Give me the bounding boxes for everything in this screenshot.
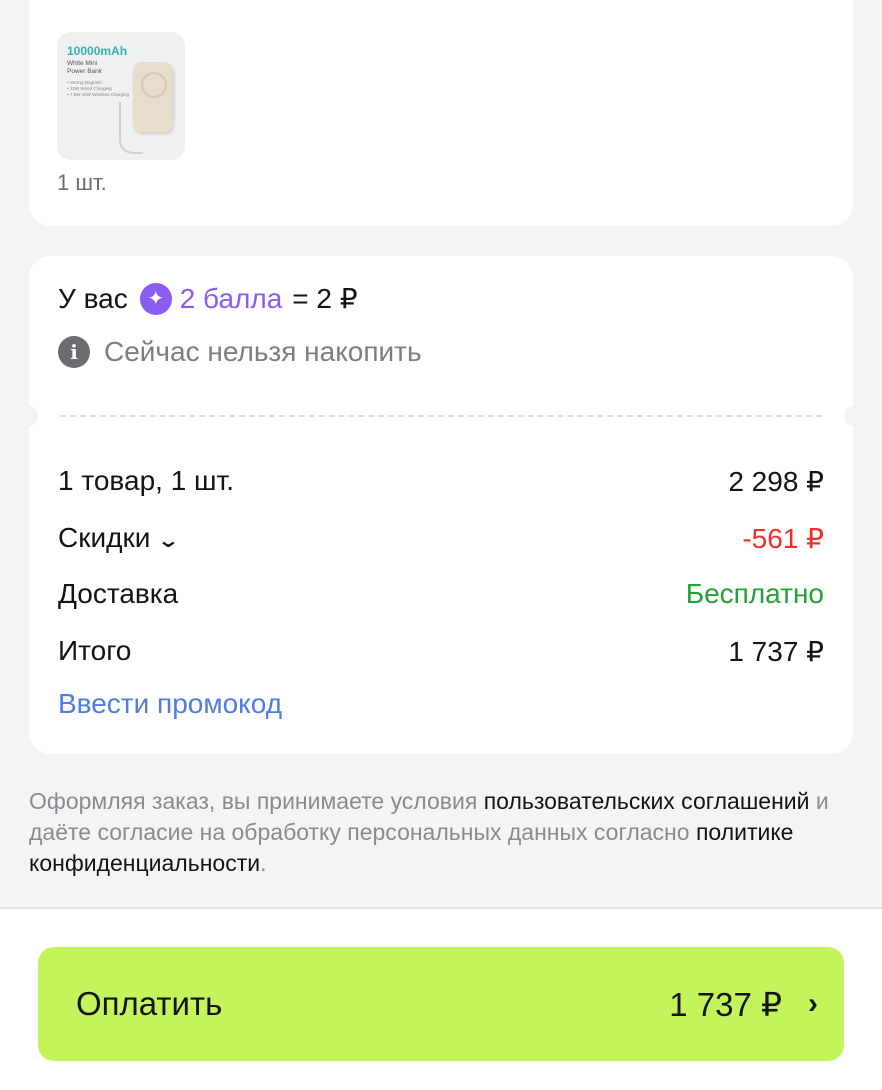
points-info-text: Сейчас нельзя накопить xyxy=(104,336,422,367)
cable-image xyxy=(119,102,143,154)
pay-button-amount: 1 737 ₽ xyxy=(669,985,782,1023)
points-prefix: У вас xyxy=(58,282,128,314)
pay-button-label: Оплатить xyxy=(76,985,223,1022)
thumb-title-2: Power Bank xyxy=(67,68,103,75)
total-row: Итого 1 737 ₽ xyxy=(58,631,824,671)
product-quantity: 1 шт. xyxy=(57,170,107,195)
thumb-title-1: White Mini xyxy=(67,60,98,67)
total-label: Итого xyxy=(58,635,132,666)
discounts-toggle[interactable]: Скидки ⌄ xyxy=(58,522,180,554)
pay-button[interactable]: Оплатить 1 737 ₽ › xyxy=(38,947,844,1061)
promo-code-link[interactable]: Ввести промокод xyxy=(58,688,282,720)
delivery-row: Доставка Бесплатно xyxy=(58,574,824,614)
delivery-label: Доставка xyxy=(58,578,179,609)
sparkle-star-icon: ✦ xyxy=(139,282,172,315)
order-summary-card: У вас ✦ 2 балла = 2 ₽ i Сейчас нельзя на… xyxy=(20,256,862,754)
legal-text-3: . xyxy=(260,850,267,876)
user-agreements-link[interactable]: пользовательских соглашений xyxy=(484,788,810,814)
legal-text-1: Оформляя заказ, вы принимаете условия xyxy=(29,788,484,814)
ticket-notch-left xyxy=(20,406,38,426)
items-value: 2 298 ₽ xyxy=(728,465,824,497)
discounts-row[interactable]: Скидки ⌄ -561 ₽ xyxy=(58,518,824,558)
thumb-bullet-2: • 22W Wired Charging xyxy=(67,86,112,91)
product-thumbnail[interactable]: 10000mAh White Mini Power Bank • Strong … xyxy=(57,32,185,160)
items-label: 1 товар, 1 шт. xyxy=(58,465,235,496)
thumb-bullet-3: • 7.5W-15W Wireless Charging xyxy=(67,92,130,97)
discounts-label: Скидки xyxy=(58,522,151,553)
thumb-bullets: • Strong Magnetic • 22W Wired Charging •… xyxy=(67,80,129,98)
pay-button-right: 1 737 ₽ › xyxy=(669,985,818,1024)
dashed-divider xyxy=(60,415,822,417)
thumb-title: White Mini Power Bank xyxy=(67,60,102,76)
points-amount: 2 балла xyxy=(179,282,283,314)
total-value: 1 737 ₽ xyxy=(728,635,824,667)
thumb-capacity: 10000mAh xyxy=(67,44,128,58)
points-equals: = 2 ₽ xyxy=(292,283,358,314)
items-row: 1 товар, 1 шт. 2 298 ₽ xyxy=(58,461,824,501)
product-card: 10000mAh White Mini Power Bank • Strong … xyxy=(29,0,853,226)
delivery-value: Бесплатно xyxy=(685,578,824,609)
discounts-value: -561 ₽ xyxy=(742,522,824,554)
points-info-row: i Сейчас нельзя накопить xyxy=(58,336,824,368)
legal-notice: Оформляя заказ, вы принимаете условия по… xyxy=(29,786,829,879)
chevron-right-icon: › xyxy=(808,987,818,1020)
thumb-bullet-1: • Strong Magnetic xyxy=(67,80,103,85)
ticket-notch-right xyxy=(844,406,862,426)
chevron-down-icon[interactable]: ⌄ xyxy=(157,528,180,553)
points-row: У вас ✦ 2 балла = 2 ₽ xyxy=(58,282,824,315)
info-icon: i xyxy=(58,336,90,368)
